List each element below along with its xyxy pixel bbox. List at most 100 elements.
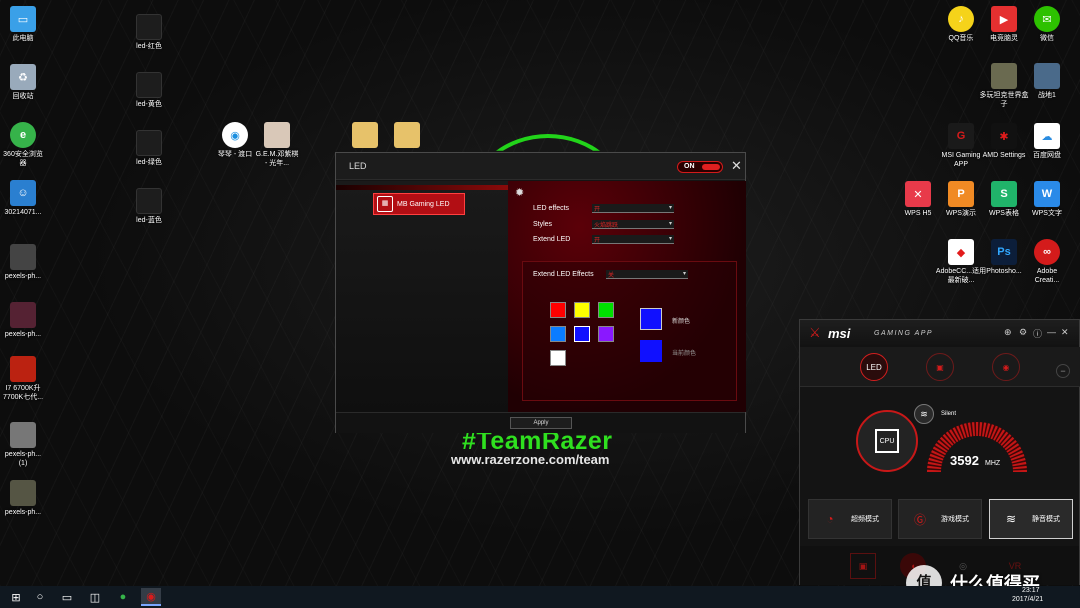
wps-sheet-icon: S (991, 181, 1017, 207)
color-swatch-blue[interactable] (574, 326, 590, 342)
color-swatch-white[interactable] (550, 350, 566, 366)
apply-button[interactable]: Apply (510, 417, 572, 429)
extend-led-effects-value: 关 (608, 273, 615, 279)
desktop-icon-folder-2[interactable] (384, 122, 430, 150)
desktop-icon-qq-music[interactable]: ♪ QQ音乐 (938, 6, 984, 43)
desktop-icon-photo[interactable]: ☺ 30214071... (0, 180, 46, 217)
color-swatch-purple[interactable] (598, 326, 614, 342)
led-power-switch[interactable]: ON (677, 161, 723, 173)
gaming-mode-button[interactable]: Ⓖ 游戏模式 (898, 499, 982, 539)
tab-led-label: LED (866, 362, 882, 372)
oc-mode-button[interactable]: ◔ 超频模式 (808, 499, 892, 539)
msi-taskbar-icon[interactable]: ◉ (141, 588, 161, 606)
desktop-icon-baidu-pan[interactable]: ☁ 百度网盘 (1024, 123, 1070, 160)
desktop-icon-esports[interactable]: ▶ 电竞脑灵 (981, 6, 1027, 43)
windows-start-icon[interactable]: ⊞ (6, 588, 26, 606)
globe-icon[interactable]: ⊕ (1004, 327, 1012, 338)
desktop-icon-folder-1[interactable] (342, 122, 388, 150)
display-icon[interactable]: ▣ (850, 553, 876, 579)
photo-icon (264, 122, 290, 148)
led-effects-dropdown[interactable]: 开 ▾ (592, 204, 674, 213)
tab-monitor[interactable]: ▣ (926, 353, 954, 381)
image-file-icon (10, 422, 36, 448)
desktop-icon-wps-h5[interactable]: ✕ WPS H5 (895, 181, 941, 218)
mb-gaming-led-button[interactable]: ▦ MB Gaming LED (373, 193, 465, 215)
wps-writer-icon: W (1034, 181, 1060, 207)
msi-tab-bar: LED ▣ ◉ − (800, 347, 1080, 387)
image-file-icon (10, 302, 36, 328)
chevron-down-icon: ▾ (668, 205, 672, 211)
extend-led-effects-panel: Extend LED Effects 关 ▾ 新颜色 当前颜色 (522, 261, 737, 401)
desktop-icon-msi-gaming-app[interactable]: G MSI Gaming APP (938, 123, 984, 169)
task-view-icon[interactable]: ▭ (57, 588, 77, 606)
led-settings-panel: ✹ LED effects 开 ▾ Styles 火焰跳跃 ▾ Extend L… (508, 181, 746, 412)
gear-icon[interactable]: ⚙ (1019, 327, 1027, 338)
desktop-icon-led-green[interactable]: led-绿色 (126, 130, 172, 167)
cpu-label: CPU (879, 437, 895, 445)
msi-gaming-app-window: ⚔ msi GAMING APP ⊕ ⚙ ⓘ — ✕ LED ▣ ◉ − CPU… (799, 319, 1080, 585)
selection-bar (336, 185, 508, 190)
collapse-button[interactable]: − (1056, 364, 1070, 378)
desktop-icon-adobe-creative[interactable]: ∞ Adobe Creati... (1024, 239, 1070, 285)
desktop-icon-wps-writer[interactable]: W WPS文字 (1024, 181, 1070, 218)
desktop-icon-music-file[interactable]: ◉ 琴琴 - 渡口 (212, 122, 258, 159)
desktop-icon-recycle-bin[interactable]: ♻ 回收站 (0, 64, 46, 101)
oc-mode-label: 超频模式 (851, 516, 879, 523)
gear-icon[interactable]: ✹ (515, 186, 524, 199)
desktop-icon-this-pc[interactable]: ▭ 此电脑 (0, 6, 46, 43)
device-list: ▦ MB Gaming LED (336, 181, 508, 412)
cpu-button[interactable]: CPU (856, 410, 918, 472)
desktop-icon-led-blue[interactable]: led-蓝色 (126, 188, 172, 225)
color-swatch-red[interactable] (550, 302, 566, 318)
cloud-icon: ☁ (1034, 123, 1060, 149)
photoshop-icon: Ps (991, 239, 1017, 265)
desktop-icon-led-red[interactable]: led-红色 (126, 14, 172, 51)
desktop-icon-360-browser[interactable]: e 360安全浏览器 (0, 122, 46, 168)
desktop-icon-wps-sheet[interactable]: S WPS表格 (981, 181, 1027, 218)
mb-gaming-led-label: MB Gaming LED (397, 200, 450, 208)
silent-mode-label: 静音模式 (1032, 516, 1060, 523)
desktop-icon-pexels-4[interactable]: pexels-ph... (0, 480, 46, 517)
styles-dropdown[interactable]: 火焰跳跃 ▾ (592, 220, 674, 229)
oc-gauge-icon: ◔ (826, 512, 834, 526)
info-icon[interactable]: ⓘ (1033, 327, 1042, 340)
silent-mode-button[interactable]: ≋ 静音模式 (989, 499, 1073, 539)
desktop-icon-tank-box[interactable]: 多玩坦克世界盒子 (977, 63, 1031, 109)
desktop-icon-pexels-2[interactable]: pexels-ph... (0, 302, 46, 339)
desktop-icon-pexels-3[interactable]: pexels-ph... (1) (0, 422, 46, 468)
extend-led-effects-dropdown[interactable]: 关 ▾ (606, 270, 688, 279)
desktop-icon-battlefield[interactable]: 战地1 (1024, 63, 1070, 100)
styles-label: Styles (533, 221, 553, 228)
desktop-icon-amd-settings[interactable]: ✱ AMD Settings (981, 123, 1027, 160)
tray-time: 23:17 (1022, 587, 1040, 594)
extend-led-value: 开 (594, 238, 601, 244)
browser-taskbar-icon[interactable]: ● (113, 588, 133, 606)
desktop-icon-wechat[interactable]: ✉ 微信 (1024, 6, 1070, 43)
desktop-icon-i7-image[interactable]: I7 6700K升7700K七代... (0, 356, 46, 402)
image-file-icon (136, 130, 162, 156)
monitor-icon: ▣ (936, 362, 944, 372)
search-icon[interactable]: ○ (30, 588, 50, 606)
color-swatch-yellow[interactable] (574, 302, 590, 318)
msi-brand: msi (828, 326, 851, 341)
desktop-icon-led-yellow[interactable]: led-黄色 (126, 72, 172, 109)
close-icon[interactable]: ✕ (731, 158, 742, 174)
game-icon (1034, 63, 1060, 89)
desktop-icon-adobe-cc[interactable]: ◆ AdobeCC...适用最新破... (934, 239, 988, 285)
desktop-icon-gem-file[interactable]: G.E.M.邓紫棋 - 光年... (254, 122, 300, 168)
close-icon[interactable]: ✕ (1061, 327, 1069, 338)
tab-eye-rest[interactable]: ◉ (992, 353, 1020, 381)
music-file-icon: ◉ (222, 122, 248, 148)
computer-icon: ▭ (10, 6, 36, 32)
desktop-icon-wps-ppt[interactable]: P WPS演示 (938, 181, 984, 218)
tab-led[interactable]: LED (860, 353, 888, 381)
msi-dragon-icon: G (948, 123, 974, 149)
extend-led-dropdown[interactable]: 开 ▾ (592, 235, 674, 244)
switch-knob (702, 164, 720, 170)
minimize-icon[interactable]: — (1047, 327, 1056, 337)
desktop-icon-pexels-1[interactable]: pexels-ph... (0, 244, 46, 281)
desktop-icon-photoshop[interactable]: Ps Photosho... (981, 239, 1027, 276)
color-swatch-light-blue[interactable] (550, 326, 566, 342)
store-icon[interactable]: ◫ (85, 588, 105, 606)
color-swatch-green[interactable] (598, 302, 614, 318)
